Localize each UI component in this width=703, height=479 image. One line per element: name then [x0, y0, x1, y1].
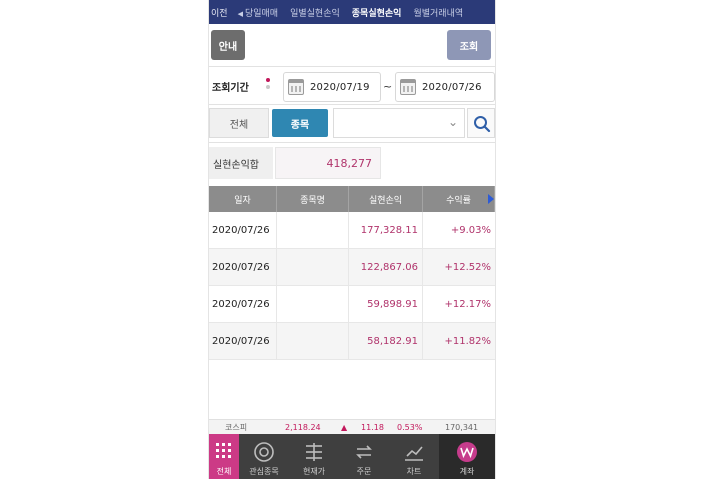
nav-menu[interactable]: 전체: [209, 434, 239, 479]
nav-label: 현재가: [302, 467, 326, 476]
table-row[interactable]: 2020/07/26 59,898.91 +12.17%: [209, 286, 495, 323]
end-date-field[interactable]: 2020/07/26: [395, 72, 495, 102]
cell-rate: +11.82%: [444, 335, 491, 347]
cell-name: [277, 249, 349, 285]
nav-label: 주문: [356, 467, 372, 476]
account-won-icon: [457, 442, 477, 462]
tab-label: 당일매매: [244, 8, 279, 19]
cell-date: 2020/07/26: [209, 212, 277, 248]
table-header: 일자 종목명 실현손익 수익률: [209, 186, 495, 212]
chevron-left-icon: ◀: [237, 9, 243, 18]
table-row[interactable]: 2020/07/26 58,182.91 +11.82%: [209, 323, 495, 360]
ticker-change: 11.18: [361, 422, 384, 432]
calendar-icon: [288, 79, 304, 95]
tab-prev-label: 이전: [211, 8, 228, 19]
cell-name: [277, 212, 349, 248]
nav-label: 차트: [406, 467, 422, 476]
up-arrow-icon: ▲: [341, 422, 348, 432]
item-select[interactable]: ⌄: [333, 108, 465, 138]
tab-daily-pnl[interactable]: 일별실현손익: [284, 6, 346, 19]
cell-rate: +12.52%: [444, 261, 491, 273]
cell-name: [277, 323, 349, 359]
nav-label: 관심종목: [249, 467, 279, 476]
date-separator: ~: [383, 80, 393, 93]
ticker-index-name: 코스피: [225, 422, 248, 432]
cell-name: [277, 286, 349, 322]
cell-rate: +12.17%: [444, 298, 491, 310]
calendar-icon: [400, 79, 416, 95]
market-ticker[interactable]: 코스피 2,118.24 ▲ 11.18 0.53% 170,341: [209, 419, 495, 434]
app-screen: 이전 ◀ 당일매매 일별실현손익 종목실현손익 월별거래내역 안내 조회 조회기간…: [208, 0, 496, 479]
watchlist-icon: [254, 442, 274, 462]
period-indicator-icon: [266, 78, 270, 92]
query-button[interactable]: 조회: [447, 30, 491, 60]
ticker-volume: 170,341: [445, 422, 479, 432]
header-name[interactable]: 종목명: [277, 186, 349, 212]
tab-prev[interactable]: 이전: [209, 6, 232, 19]
tab-daily-trades[interactable]: ◀ 당일매매: [232, 6, 285, 19]
search-icon: [474, 116, 491, 133]
nav-label: 계좌: [459, 467, 475, 476]
cell-rate: +9.03%: [450, 224, 491, 236]
nav-account[interactable]: 계좌: [439, 434, 495, 479]
filter-item-button[interactable]: 종목: [272, 109, 328, 137]
table-row[interactable]: 2020/07/26 122,867.06 +12.52%: [209, 249, 495, 286]
cell-pnl: 177,328.11: [349, 212, 423, 248]
order-exchange-icon: [356, 445, 372, 459]
tab-bar: 이전 ◀ 당일매매 일별실현손익 종목실현손익 월별거래내역: [209, 0, 495, 24]
cell-pnl: 59,898.91: [349, 286, 423, 322]
cell-date: 2020/07/26: [209, 286, 277, 322]
nav-chart[interactable]: 차트: [389, 434, 439, 479]
chevron-down-icon: ⌄: [447, 115, 458, 129]
bottom-nav: 전체 관심종목 현재가 주문 차트 계좌: [209, 434, 495, 479]
search-button[interactable]: [467, 108, 495, 138]
cell-date: 2020/07/26: [209, 323, 277, 359]
nav-watchlist[interactable]: 관심종목: [239, 434, 289, 479]
header-rate[interactable]: 수익률: [423, 186, 495, 212]
cell-pnl: 122,867.06: [349, 249, 423, 285]
divider: [209, 104, 495, 105]
divider: [209, 142, 495, 143]
guide-button[interactable]: 안내: [211, 30, 245, 60]
start-date-field[interactable]: 2020/07/19: [283, 72, 381, 102]
nav-current-price[interactable]: 현재가: [289, 434, 339, 479]
nav-menu-label: 전체: [216, 467, 232, 476]
period-label: 조회기간: [212, 83, 249, 94]
ticker-index-value: 2,118.24: [285, 422, 321, 432]
price-list-icon: [306, 443, 322, 461]
cell-date: 2020/07/26: [209, 249, 277, 285]
tab-monthly-history[interactable]: 월별거래내역: [407, 6, 469, 19]
table-row[interactable]: 2020/07/26 177,328.11 +9.03%: [209, 212, 495, 249]
header-pnl[interactable]: 실현손익: [349, 186, 423, 212]
divider: [209, 66, 495, 67]
header-date[interactable]: 일자: [209, 186, 277, 212]
sum-value: 418,277: [275, 147, 381, 179]
tab-item-pnl[interactable]: 종목실현손익: [346, 6, 408, 19]
scroll-right-icon[interactable]: [488, 194, 494, 204]
grid-menu-icon: [216, 443, 231, 458]
chart-icon: [405, 446, 423, 461]
cell-pnl: 58,182.91: [349, 323, 423, 359]
end-date-value: 2020/07/26: [422, 81, 482, 93]
filter-all-button[interactable]: 전체: [209, 108, 269, 138]
start-date-value: 2020/07/19: [310, 81, 370, 93]
nav-order[interactable]: 주문: [339, 434, 389, 479]
ticker-change-pct: 0.53%: [397, 422, 423, 432]
table-body: 2020/07/26 177,328.11 +9.03% 2020/07/26 …: [209, 212, 495, 360]
sum-label: 실현손익합: [209, 147, 273, 179]
